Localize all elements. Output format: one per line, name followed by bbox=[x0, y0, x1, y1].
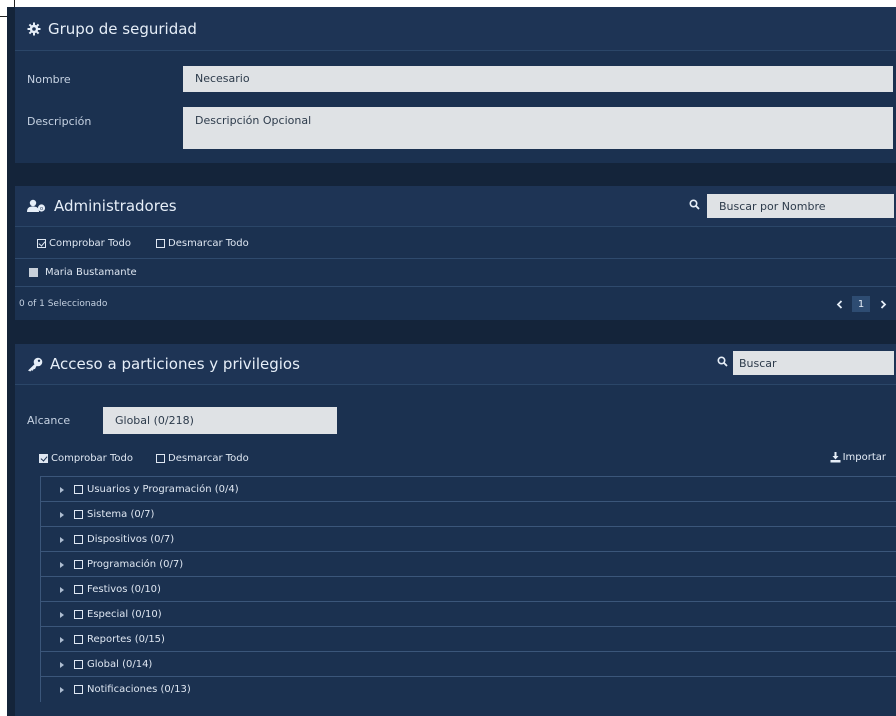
administrators-uncheck-all-label: Desmarcar Todo bbox=[168, 238, 249, 249]
caret-right-icon[interactable] bbox=[60, 636, 64, 643]
security-group-title: Grupo de seguridad bbox=[27, 7, 197, 50]
name-label: Nombre bbox=[27, 73, 71, 86]
administrator-list-item[interactable]: Maria Bustamante bbox=[15, 265, 896, 281]
security-group-editor: Grupo de seguridad Nombre Necesario Desc… bbox=[7, 7, 896, 716]
partitions-title-text: Acceso a particiones y privilegios bbox=[50, 355, 300, 373]
chevron-left-icon[interactable] bbox=[832, 296, 846, 312]
description-field[interactable]: Descripción Opcional bbox=[183, 107, 893, 149]
administrators-section: o Administradores Buscar por Nombre Comp… bbox=[15, 186, 896, 320]
scope-field[interactable]: Global (0/218) bbox=[103, 407, 337, 434]
partitions-header: Acceso a particiones y privilegios Busca… bbox=[15, 344, 896, 385]
partitions-search-placeholder: Buscar bbox=[739, 356, 777, 370]
tree-item-label: Notificaciones (0/13) bbox=[87, 684, 191, 695]
partitions-uncheck-all[interactable]: Desmarcar Todo bbox=[156, 453, 249, 464]
partitions-uncheck-all-label: Desmarcar Todo bbox=[168, 453, 249, 464]
administrators-title: o Administradores bbox=[27, 186, 177, 226]
administrators-header: o Administradores Buscar por Nombre bbox=[15, 186, 896, 227]
search-icon[interactable] bbox=[689, 199, 700, 210]
partitions-bulk-actions: Comprobar Todo Desmarcar Todo Importar bbox=[15, 450, 896, 466]
gear-icon bbox=[27, 22, 41, 36]
tree-item-label: Especial (0/10) bbox=[87, 609, 162, 620]
caret-right-icon[interactable] bbox=[60, 586, 64, 593]
security-group-section: Grupo de seguridad Nombre Necesario Desc… bbox=[15, 7, 896, 163]
tree-item-festivos[interactable]: Festivos (0/10) bbox=[40, 576, 896, 602]
import-button[interactable]: Importar bbox=[830, 452, 886, 463]
tree-item-notificaciones[interactable]: Notificaciones (0/13) bbox=[40, 676, 896, 702]
tree-item-label: Dispositivos (0/7) bbox=[87, 534, 175, 545]
tree-item-especial[interactable]: Especial (0/10) bbox=[40, 601, 896, 627]
tree-item-checkbox[interactable] bbox=[74, 585, 83, 594]
description-field-value: Descripción Opcional bbox=[195, 114, 312, 127]
scope-field-value: Global (0/218) bbox=[115, 414, 194, 427]
administrators-search-placeholder: Buscar por Nombre bbox=[719, 199, 826, 213]
chevron-right-icon[interactable] bbox=[876, 296, 890, 312]
tree-item-sistema[interactable]: Sistema (0/7) bbox=[40, 501, 896, 527]
tree-item-checkbox[interactable] bbox=[74, 660, 83, 669]
users-icon: o bbox=[27, 199, 47, 213]
administrators-search-input[interactable]: Buscar por Nombre bbox=[707, 194, 894, 218]
key-icon bbox=[27, 357, 43, 372]
import-icon bbox=[830, 452, 841, 463]
caret-right-icon[interactable] bbox=[60, 536, 64, 543]
window-top-edge bbox=[0, 0, 896, 7]
tree-item-checkbox[interactable] bbox=[74, 510, 83, 519]
name-field-value: Necesario bbox=[195, 72, 250, 85]
page-number[interactable]: 1 bbox=[852, 296, 870, 312]
caret-right-icon[interactable] bbox=[60, 661, 64, 668]
administrators-selection-status: 0 of 1 Seleccionado bbox=[19, 299, 108, 309]
import-label: Importar bbox=[842, 452, 886, 463]
check-all-icon bbox=[37, 239, 46, 248]
tree-item-label: Sistema (0/7) bbox=[87, 509, 155, 520]
name-field[interactable]: Necesario bbox=[183, 66, 893, 92]
administrators-check-all[interactable]: Comprobar Todo bbox=[37, 238, 131, 249]
tree-item-global[interactable]: Global (0/14) bbox=[40, 651, 896, 677]
tree-item-reportes[interactable]: Reportes (0/15) bbox=[40, 626, 896, 652]
administrators-pagination: 1 bbox=[832, 296, 890, 312]
administrators-bulk-actions: Comprobar Todo Desmarcar Todo bbox=[15, 236, 896, 252]
partitions-check-all[interactable]: Comprobar Todo bbox=[39, 453, 133, 464]
tree-item-label: Programación (0/7) bbox=[87, 559, 184, 570]
tree-item-checkbox[interactable] bbox=[74, 635, 83, 644]
administrators-list-divider bbox=[15, 286, 896, 287]
tree-item-checkbox[interactable] bbox=[74, 485, 83, 494]
administrators-title-text: Administradores bbox=[54, 197, 177, 215]
scope-label: Alcance bbox=[27, 414, 71, 427]
security-group-header: Grupo de seguridad bbox=[15, 7, 896, 51]
partitions-title: Acceso a particiones y privilegios bbox=[27, 344, 300, 384]
tree-item-checkbox[interactable] bbox=[74, 535, 83, 544]
tree-item-dispositivos[interactable]: Dispositivos (0/7) bbox=[40, 526, 896, 552]
tree-item-usuarios[interactable]: Usuarios y Programación (0/4) bbox=[40, 476, 896, 502]
svg-text:o: o bbox=[40, 206, 43, 212]
administrators-divider bbox=[15, 258, 896, 259]
administrator-checkbox[interactable] bbox=[29, 268, 38, 277]
partitions-uncheck-all-icon bbox=[156, 454, 165, 463]
description-label: Descripción bbox=[27, 115, 92, 128]
partitions-search-input[interactable]: Buscar bbox=[733, 351, 894, 375]
uncheck-all-icon bbox=[156, 239, 165, 248]
caret-right-icon[interactable] bbox=[60, 511, 64, 518]
partitions-search-icon[interactable] bbox=[717, 356, 728, 367]
tree-item-label: Usuarios y Programación (0/4) bbox=[87, 484, 239, 495]
tree-item-checkbox[interactable] bbox=[74, 610, 83, 619]
tree-item-programacion[interactable]: Programación (0/7) bbox=[40, 551, 896, 577]
administrators-uncheck-all[interactable]: Desmarcar Todo bbox=[156, 238, 249, 249]
administrator-item[interactable]: Maria Bustamante bbox=[29, 267, 137, 278]
security-group-title-text: Grupo de seguridad bbox=[48, 19, 197, 38]
tree-item-label: Reportes (0/15) bbox=[87, 634, 165, 645]
partitions-check-all-icon bbox=[39, 454, 48, 463]
caret-right-icon[interactable] bbox=[60, 486, 64, 493]
administrator-name: Maria Bustamante bbox=[45, 267, 137, 278]
tree-item-label: Global (0/14) bbox=[87, 659, 153, 670]
tree-item-checkbox[interactable] bbox=[74, 685, 83, 694]
caret-right-icon[interactable] bbox=[60, 686, 64, 693]
partitions-check-all-label: Comprobar Todo bbox=[51, 453, 133, 464]
tree-item-label: Festivos (0/10) bbox=[87, 584, 161, 595]
administrators-check-all-label: Comprobar Todo bbox=[49, 238, 131, 249]
tree-item-checkbox[interactable] bbox=[74, 560, 83, 569]
caret-right-icon[interactable] bbox=[60, 561, 64, 568]
caret-right-icon[interactable] bbox=[60, 611, 64, 618]
